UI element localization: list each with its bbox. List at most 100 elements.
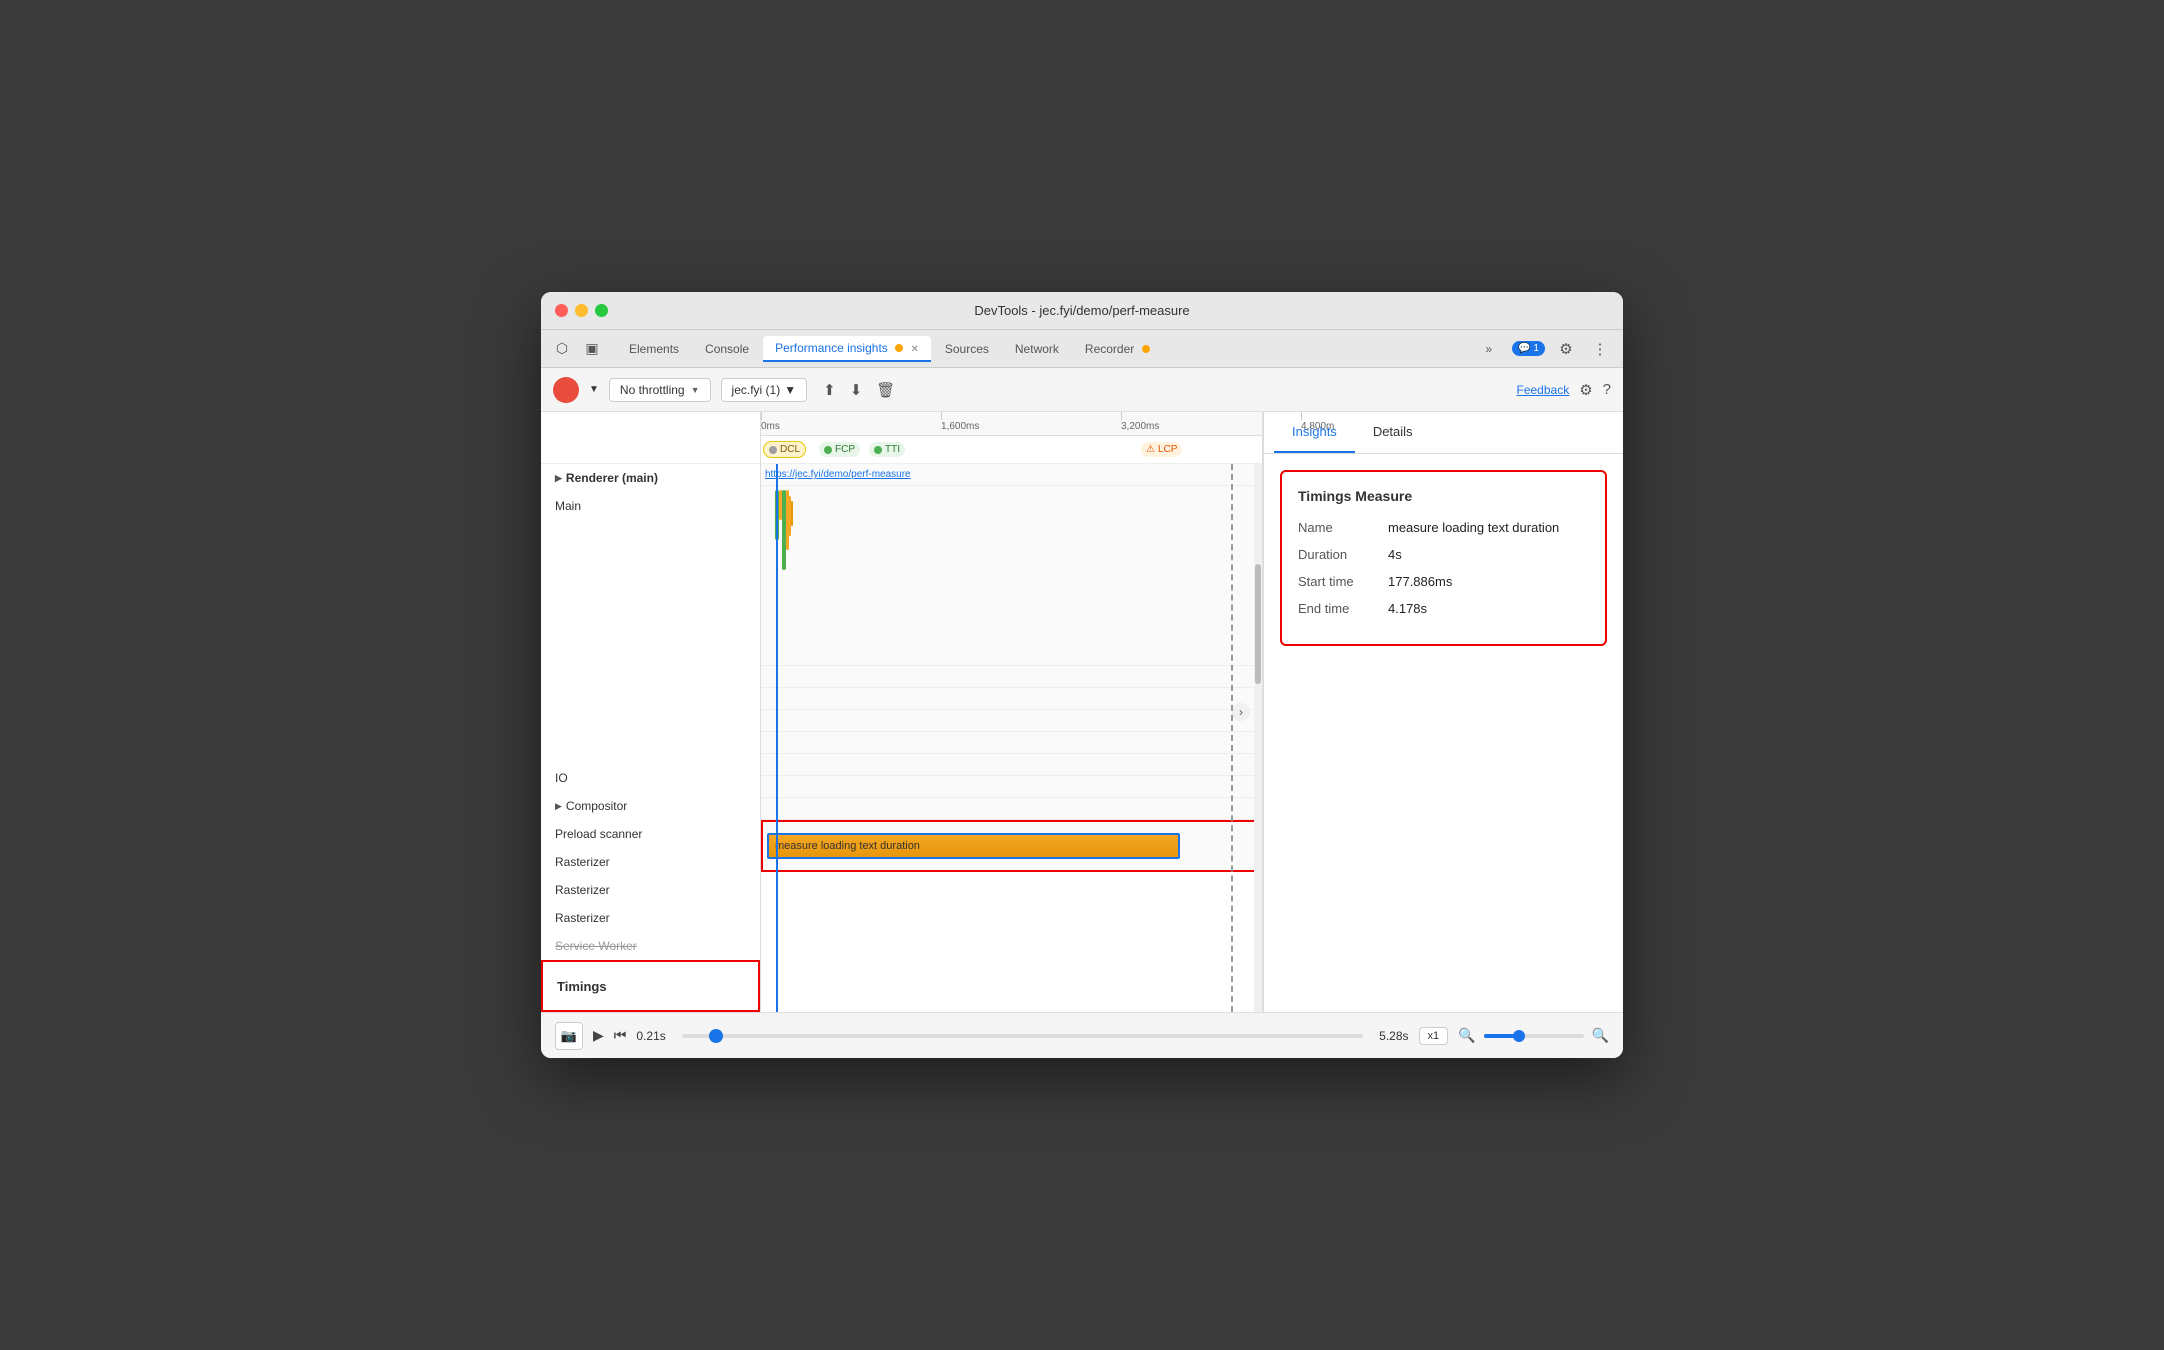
dcl-badge: DCL xyxy=(763,441,806,458)
name-value: measure loading text duration xyxy=(1388,520,1559,535)
download-icon[interactable]: ⬇ xyxy=(846,379,867,401)
zoom-in-icon[interactable]: 🔍 xyxy=(1592,1027,1609,1044)
tab-elements[interactable]: Elements xyxy=(617,337,691,361)
scrollbar-track xyxy=(1254,464,1262,1012)
tab-performance-insights[interactable]: Performance insights ✕ xyxy=(763,336,931,362)
duration-label: Duration xyxy=(1298,547,1388,562)
zoom-thumb[interactable] xyxy=(1513,1030,1525,1042)
ruler-1600ms: 1,600ms xyxy=(941,412,979,435)
end-time-value: 4.178s xyxy=(1388,601,1427,616)
compositor-track xyxy=(761,688,1262,710)
url-track: https://jec.fyi/demo/perf-measure xyxy=(761,464,1262,486)
timing-measure-bar[interactable]: measure loading text duration xyxy=(767,833,1180,859)
end-time-row: End time 4.178s xyxy=(1298,601,1589,616)
help-icon[interactable]: ? xyxy=(1603,381,1611,398)
timeline-area: 0ms 1,600ms 3,200ms 4,800m xyxy=(761,412,1263,1012)
url-chevron-icon: ▼ xyxy=(784,383,796,397)
lcp-badge: ⚠ LCP xyxy=(1141,442,1182,457)
main-track-space xyxy=(541,520,760,764)
time-start-display: 0.21s xyxy=(636,1029,665,1043)
fcp-dot xyxy=(824,446,832,454)
start-time-label: Start time xyxy=(1298,574,1388,589)
minimize-button[interactable] xyxy=(575,304,588,317)
cursor-icon[interactable]: ⬡ xyxy=(551,338,573,360)
time-end-display: 5.28s xyxy=(1379,1029,1408,1043)
upload-icon[interactable]: ⬆ xyxy=(819,379,840,401)
milestones-row: DCL FCP TTI ⚠ LCP xyxy=(761,436,1262,464)
rasterizer3-label: Rasterizer xyxy=(541,904,760,932)
play-button[interactable]: ▶ xyxy=(593,1027,604,1044)
devtools-settings-icon[interactable]: ⚙ xyxy=(1579,381,1592,399)
rasterizer1-track xyxy=(761,732,1262,754)
record-button[interactable] xyxy=(553,377,579,403)
chat-badge[interactable]: 💬 1 xyxy=(1512,341,1545,356)
lcp-dashed-line xyxy=(1231,464,1233,1012)
rasterizer2-label: Rasterizer xyxy=(541,876,760,904)
tab-details[interactable]: Details xyxy=(1355,412,1431,453)
nav-icons: ⬡ ▣ xyxy=(551,338,603,360)
recording-indicator xyxy=(895,344,903,352)
zoom-out-icon[interactable]: 🔍 xyxy=(1458,1027,1475,1044)
label-spacer xyxy=(541,412,760,464)
fcp-badge: FCP xyxy=(819,442,860,457)
io-label: IO xyxy=(541,764,760,792)
flamechart[interactable]: https://jec.fyi/demo/perf-measure xyxy=(761,464,1262,1012)
tab-console[interactable]: Console xyxy=(693,337,761,361)
delete-icon[interactable]: 🗑 xyxy=(872,379,899,401)
rasterizer1-label: Rasterizer xyxy=(541,848,760,876)
expand-panel-icon[interactable]: › xyxy=(1232,703,1250,721)
main-area: ▶ Renderer (main) Main IO ▶ Compositor P… xyxy=(541,412,1623,1012)
end-time-label: End time xyxy=(1298,601,1388,616)
tab-close-icon[interactable]: ✕ xyxy=(910,344,918,355)
record-dropdown-chevron[interactable]: ▼ xyxy=(589,384,599,395)
compositor-expand-icon[interactable]: ▶ xyxy=(555,801,562,812)
tab-bar-right: » 💬 1 ⚙ ⋮ xyxy=(1474,336,1613,362)
rasterizer2-track xyxy=(761,754,1262,776)
dock-icon[interactable]: ▣ xyxy=(581,338,603,360)
tab-sources[interactable]: Sources xyxy=(933,337,1001,361)
feedback-link[interactable]: Feedback xyxy=(1517,383,1570,397)
renderer-label: ▶ Renderer (main) xyxy=(541,464,760,492)
skip-to-start-icon[interactable]: ⏮ xyxy=(614,1027,627,1044)
close-button[interactable] xyxy=(555,304,568,317)
timings-card: Timings Measure Name measure loading tex… xyxy=(1280,470,1607,646)
bottom-controls: 📷 ▶ ⏮ 0.21s 5.28s x1 🔍 🔍 xyxy=(541,1012,1623,1058)
settings-icon[interactable]: ⚙ xyxy=(1553,336,1579,362)
start-time-value: 177.886ms xyxy=(1388,574,1452,589)
url-link[interactable]: https://jec.fyi/demo/perf-measure xyxy=(765,469,911,480)
playback-thumb[interactable] xyxy=(709,1029,723,1043)
devtools-window: DevTools - jec.fyi/demo/perf-measure ⬡ ▣… xyxy=(541,292,1623,1058)
timings-track: measure loading text duration xyxy=(761,820,1262,872)
maximize-button[interactable] xyxy=(595,304,608,317)
insights-content: Timings Measure Name measure loading tex… xyxy=(1264,454,1623,1012)
name-row: Name measure loading text duration xyxy=(1298,520,1589,535)
io-track xyxy=(761,666,1262,688)
more-tabs[interactable]: » xyxy=(1474,337,1505,361)
playback-slider[interactable] xyxy=(682,1034,1363,1038)
main-label: Main xyxy=(541,492,760,520)
service-worker-track xyxy=(761,798,1262,820)
tab-recorder[interactable]: Recorder xyxy=(1073,337,1162,361)
main-track xyxy=(761,486,1262,666)
preload-label: Preload scanner xyxy=(541,820,760,848)
rasterizer3-track xyxy=(761,776,1262,798)
service-worker-label: Service Worker xyxy=(541,932,760,960)
cursor-line xyxy=(776,464,778,1012)
url-dropdown[interactable]: jec.fyi (1) ▼ xyxy=(721,378,808,402)
tab-network[interactable]: Network xyxy=(1003,337,1071,361)
throttling-dropdown[interactable]: No throttling ▼ xyxy=(609,378,711,402)
track-labels: ▶ Renderer (main) Main IO ▶ Compositor P… xyxy=(541,412,761,1012)
screenshot-toggle[interactable]: 📷 xyxy=(555,1022,583,1050)
timings-card-title: Timings Measure xyxy=(1298,488,1589,504)
ruler-4800ms: 4,800m xyxy=(1301,412,1334,435)
duration-value: 4s xyxy=(1388,547,1402,562)
renderer-expand-icon[interactable]: ▶ xyxy=(555,473,562,484)
more-options-icon[interactable]: ⋮ xyxy=(1587,336,1613,362)
zoom-factor-display: x1 xyxy=(1419,1027,1449,1045)
scrollbar-thumb[interactable] xyxy=(1255,564,1261,684)
timeline-insights: 0ms 1,600ms 3,200ms 4,800m xyxy=(761,412,1623,1012)
zoom-slider[interactable] xyxy=(1484,1034,1584,1038)
toolbar-action-icons: ⬆ ⬇ 🗑 xyxy=(819,379,899,401)
ruler-3200ms: 3,200ms xyxy=(1121,412,1159,435)
dcl-dot xyxy=(769,446,777,454)
